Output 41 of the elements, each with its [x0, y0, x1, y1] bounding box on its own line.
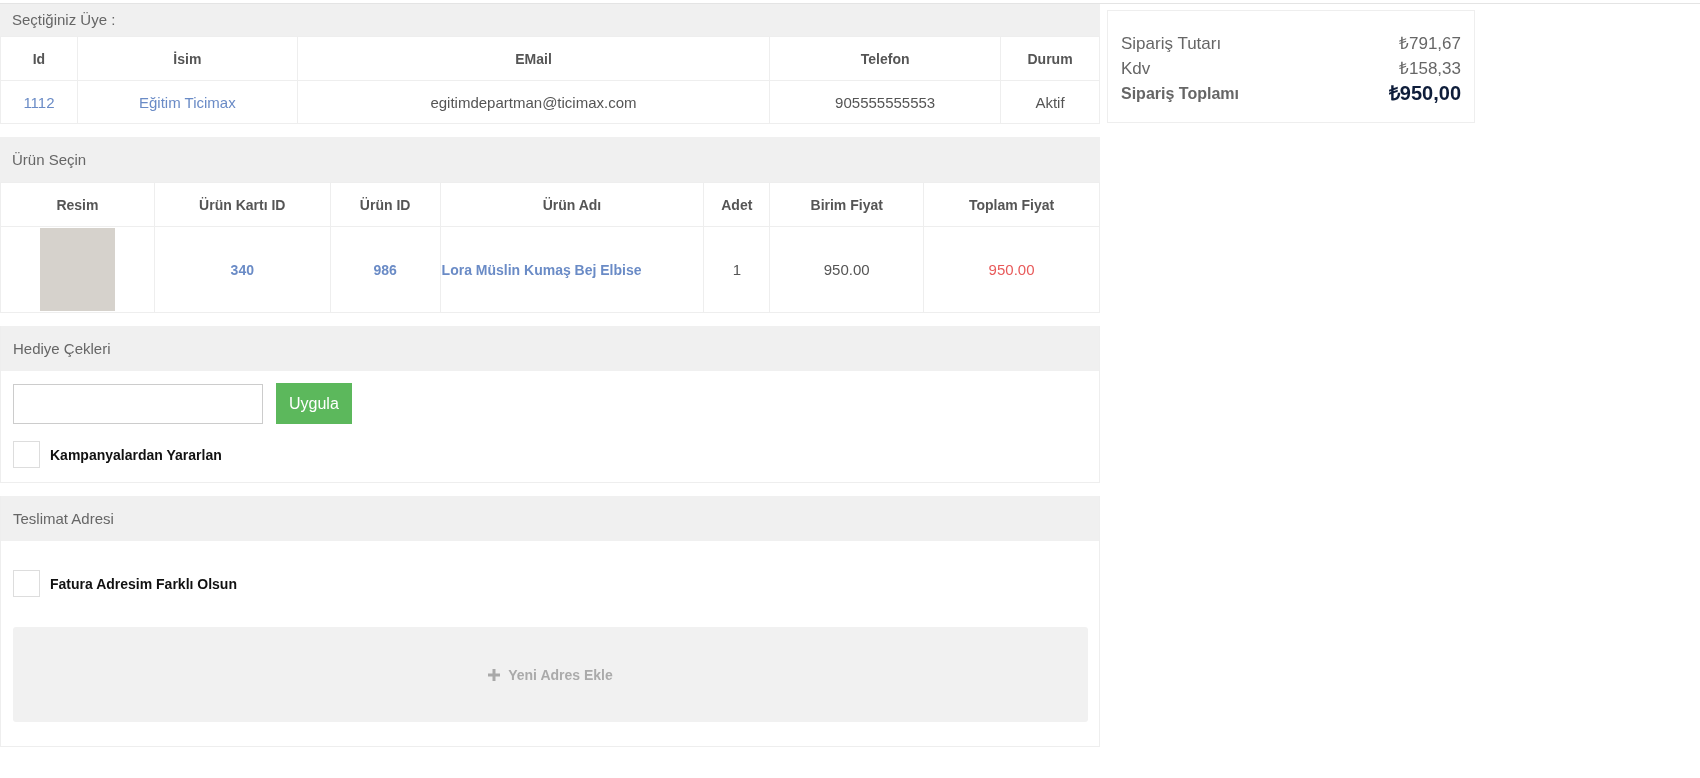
section-header: Seçtiğiniz Üye : [0, 4, 1100, 36]
table-cell: 950.00 [769, 226, 924, 313]
product-id-link[interactable]: 986 [330, 226, 441, 313]
column-header: Ürün Adı [440, 182, 704, 227]
checkbox-label: Kampanyalardan Yararlan [50, 446, 222, 463]
column-header: Telefon [769, 36, 1001, 81]
summary-label: Sipariş Tutarı [1121, 33, 1222, 55]
member-id-link[interactable]: 1112 [0, 80, 78, 124]
table-cell: egitimdepartman@ticimax.com [297, 80, 770, 124]
checkbox[interactable] [13, 441, 40, 468]
table-cell: 905555555553 [769, 80, 1001, 124]
column-header: Durum [1000, 36, 1100, 81]
member-name-link[interactable]: Eğitim Ticimax [77, 80, 298, 124]
column-header: EMail [297, 36, 770, 81]
apply-button[interactable]: Uygula [276, 383, 352, 424]
column-header: Adet [703, 182, 770, 227]
gift-code-field[interactable] [13, 383, 263, 424]
card-id-link[interactable]: 340 [154, 226, 331, 313]
table-cell: Aktif [1000, 80, 1100, 124]
column-header: İsim [77, 36, 298, 81]
section-header: Hediye Çekleri [1, 326, 1099, 371]
summary-label: Sipariş Toplamı [1121, 84, 1239, 104]
add-address-button[interactable]: Yeni Adres Ekle [13, 627, 1088, 722]
table-cell: 1 [703, 226, 770, 313]
column-header: Toplam Fiyat [923, 182, 1100, 227]
column-header: Ürün ID [330, 182, 441, 227]
summary-label: Kdv [1121, 58, 1151, 80]
column-header: Id [0, 36, 78, 81]
checkbox[interactable] [13, 570, 40, 597]
table-cell: 950.00 [923, 226, 1100, 313]
summary-value: ₺791,67 [1399, 33, 1461, 55]
summary-value: ₺158,33 [1399, 58, 1461, 80]
plus-icon [488, 668, 501, 681]
section-header: Teslimat Adresi [1, 496, 1099, 541]
checkbox-label: Fatura Adresim Farklı Olsun [50, 575, 237, 592]
column-header: Ürün Kartı ID [154, 182, 331, 227]
summary-value: ₺950,00 [1388, 81, 1461, 106]
column-header: Resim [0, 182, 155, 227]
column-header: Birim Fiyat [769, 182, 924, 227]
section-header: Ürün Seçin [0, 137, 1100, 182]
product-name-link[interactable]: Lora Müslin Kumaş Bej Elbise [440, 226, 704, 313]
